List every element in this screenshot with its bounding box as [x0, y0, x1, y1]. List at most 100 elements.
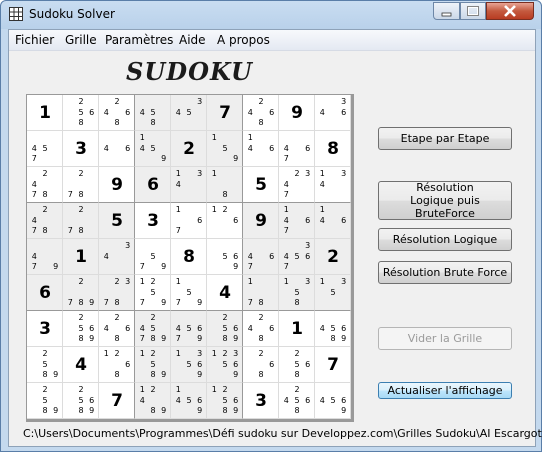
grid-cell[interactable]: 1 358 — [279, 275, 315, 311]
grid-cell[interactable]: 3 45 — [171, 95, 207, 131]
title-bar[interactable]: Sudoku Solver — [1, 1, 541, 28]
logic-solve-button[interactable]: Résolution Logique — [378, 228, 512, 251]
grid-cell[interactable]: 1 — [63, 239, 99, 275]
grid-cell[interactable]: 9 — [279, 95, 315, 131]
grid-cell[interactable]: 24 68 — [99, 95, 135, 131]
grid-cell[interactable]: 24 68 — [243, 95, 279, 131]
refresh-display-button[interactable]: Actualiser l'affichage — [378, 382, 512, 399]
logic-then-bruteforce-button[interactable]: Résolution Logique puis BruteForce — [378, 181, 512, 220]
grid-cell[interactable]: 3 — [135, 203, 171, 239]
grid-cell[interactable]: 14 6 7 — [279, 203, 315, 239]
grid-cell[interactable]: 25689 — [207, 311, 243, 347]
grid-cell[interactable]: 3 — [27, 311, 63, 347]
grid-cell[interactable]: 23 47 — [279, 167, 315, 203]
menu-a-propos[interactable]: A propos — [217, 33, 270, 47]
grid-cell[interactable]: 6 — [27, 275, 63, 311]
grid-cell[interactable]: 18 — [207, 167, 243, 203]
grid-cell[interactable]: 3 456 7 — [279, 239, 315, 275]
grid-cell[interactable]: 25689 — [63, 311, 99, 347]
cell-value: 2 — [183, 139, 195, 159]
grid-cell[interactable]: 5 — [99, 203, 135, 239]
grid-cell[interactable]: 1 3 4 — [171, 167, 207, 203]
grid-cell[interactable]: 126 — [207, 203, 243, 239]
grid-cell[interactable]: 4 6 7 — [243, 239, 279, 275]
menu-fichier[interactable]: Fichier — [15, 33, 54, 47]
grid-cell[interactable]: 2 78 — [63, 167, 99, 203]
grid-cell[interactable]: 8 — [171, 239, 207, 275]
grid-cell[interactable]: 6 — [135, 167, 171, 203]
close-button[interactable] — [486, 2, 534, 20]
grid-cell[interactable]: 1 — [279, 311, 315, 347]
grid-cell[interactable]: 1579 — [171, 275, 207, 311]
grid-cell[interactable]: 57 9 — [135, 239, 171, 275]
grid-cell[interactable]: 1 78 — [243, 275, 279, 311]
grid-cell[interactable]: 2 — [171, 131, 207, 167]
grid-cell[interactable]: 2 789 — [63, 275, 99, 311]
grid-cell[interactable]: 569 — [207, 239, 243, 275]
menu-aide[interactable]: Aide — [179, 33, 206, 47]
maximize-button[interactable] — [460, 2, 486, 20]
grid-cell[interactable]: 1459 — [135, 131, 171, 167]
grid-cell[interactable]: 3 — [243, 383, 279, 419]
grid-cell[interactable]: 456 7 9 — [171, 311, 207, 347]
grid-cell[interactable]: 1 3 4 — [315, 167, 351, 203]
grid-cell[interactable]: 1257 9 — [135, 275, 171, 311]
grid-cell[interactable]: 9 — [243, 203, 279, 239]
grid-cell[interactable]: 23 78 — [99, 275, 135, 311]
grid-cell[interactable]: 9 — [99, 167, 135, 203]
grid-cell[interactable]: 7 — [99, 383, 135, 419]
grid-cell[interactable]: 25689 — [63, 383, 99, 419]
minimize-button[interactable] — [433, 2, 460, 20]
grid-cell[interactable]: 12589 — [135, 347, 171, 383]
grid-cell[interactable]: 3 4 6 — [315, 95, 351, 131]
grid-cell[interactable]: 457 — [27, 131, 63, 167]
grid-cell[interactable]: 1268 — [99, 347, 135, 383]
grid-cell[interactable]: 4569 — [315, 383, 351, 419]
clear-grid-button[interactable]: Vider la Grille — [378, 327, 512, 350]
grid-cell[interactable]: 24 68 — [99, 311, 135, 347]
grid-cell[interactable]: 14569 — [171, 383, 207, 419]
grid-cell[interactable]: 1 — [27, 95, 63, 131]
grid-cell[interactable]: 7 — [207, 95, 243, 131]
cell-candidates: 2478 — [29, 169, 61, 201]
grid-cell[interactable]: 24 68 — [243, 311, 279, 347]
grid-cell[interactable]: 5 — [243, 167, 279, 203]
grid-cell[interactable]: 4 — [63, 347, 99, 383]
grid-cell[interactable]: 2 78 — [63, 203, 99, 239]
grid-cell[interactable]: 12489 — [135, 383, 171, 419]
grid-cell[interactable]: 1 3569 — [171, 347, 207, 383]
step-by-step-button[interactable]: Etape par Etape — [378, 127, 512, 150]
grid-cell[interactable]: 3 — [63, 131, 99, 167]
grid-cell[interactable]: 458 — [135, 95, 171, 131]
grid-cell[interactable]: 2568 — [63, 95, 99, 131]
grid-cell[interactable]: 1 6 7 — [171, 203, 207, 239]
grid-cell[interactable]: 47 9 — [27, 239, 63, 275]
grid-cell[interactable]: 46 — [99, 131, 135, 167]
grid-cell[interactable]: 4 6 7 — [279, 131, 315, 167]
brute-force-button[interactable]: Résolution Brute Force — [378, 261, 512, 284]
candidate-digit — [256, 144, 267, 155]
grid-cell[interactable]: 2589 — [27, 383, 63, 419]
grid-cell[interactable]: 1 35 — [315, 275, 351, 311]
grid-cell[interactable]: 2589 — [27, 347, 63, 383]
grid-cell[interactable]: 34 — [99, 239, 135, 275]
grid-cell[interactable]: 125689 — [207, 383, 243, 419]
candidate-digit — [245, 313, 256, 324]
grid-cell[interactable]: 2 — [315, 239, 351, 275]
grid-cell[interactable]: 7 — [315, 347, 351, 383]
grid-cell[interactable]: 123569 — [207, 347, 243, 383]
grid-cell[interactable]: 4 — [207, 275, 243, 311]
grid-cell[interactable]: 2478 — [27, 167, 63, 203]
menu-parametres[interactable]: Paramètres — [105, 33, 173, 47]
grid-cell[interactable]: 24568 — [279, 383, 315, 419]
grid-cell[interactable]: 159 — [207, 131, 243, 167]
grid-cell[interactable]: 14 6 — [315, 203, 351, 239]
grid-cell[interactable]: 2568 — [279, 347, 315, 383]
grid-cell[interactable]: 245789 — [135, 311, 171, 347]
menu-grille[interactable]: Grille — [65, 33, 97, 47]
grid-cell[interactable]: 45689 — [315, 311, 351, 347]
grid-cell[interactable]: 2478 — [27, 203, 63, 239]
grid-cell[interactable]: 14 6 — [243, 131, 279, 167]
grid-cell[interactable]: 8 — [315, 131, 351, 167]
grid-cell[interactable]: 268 — [243, 347, 279, 383]
